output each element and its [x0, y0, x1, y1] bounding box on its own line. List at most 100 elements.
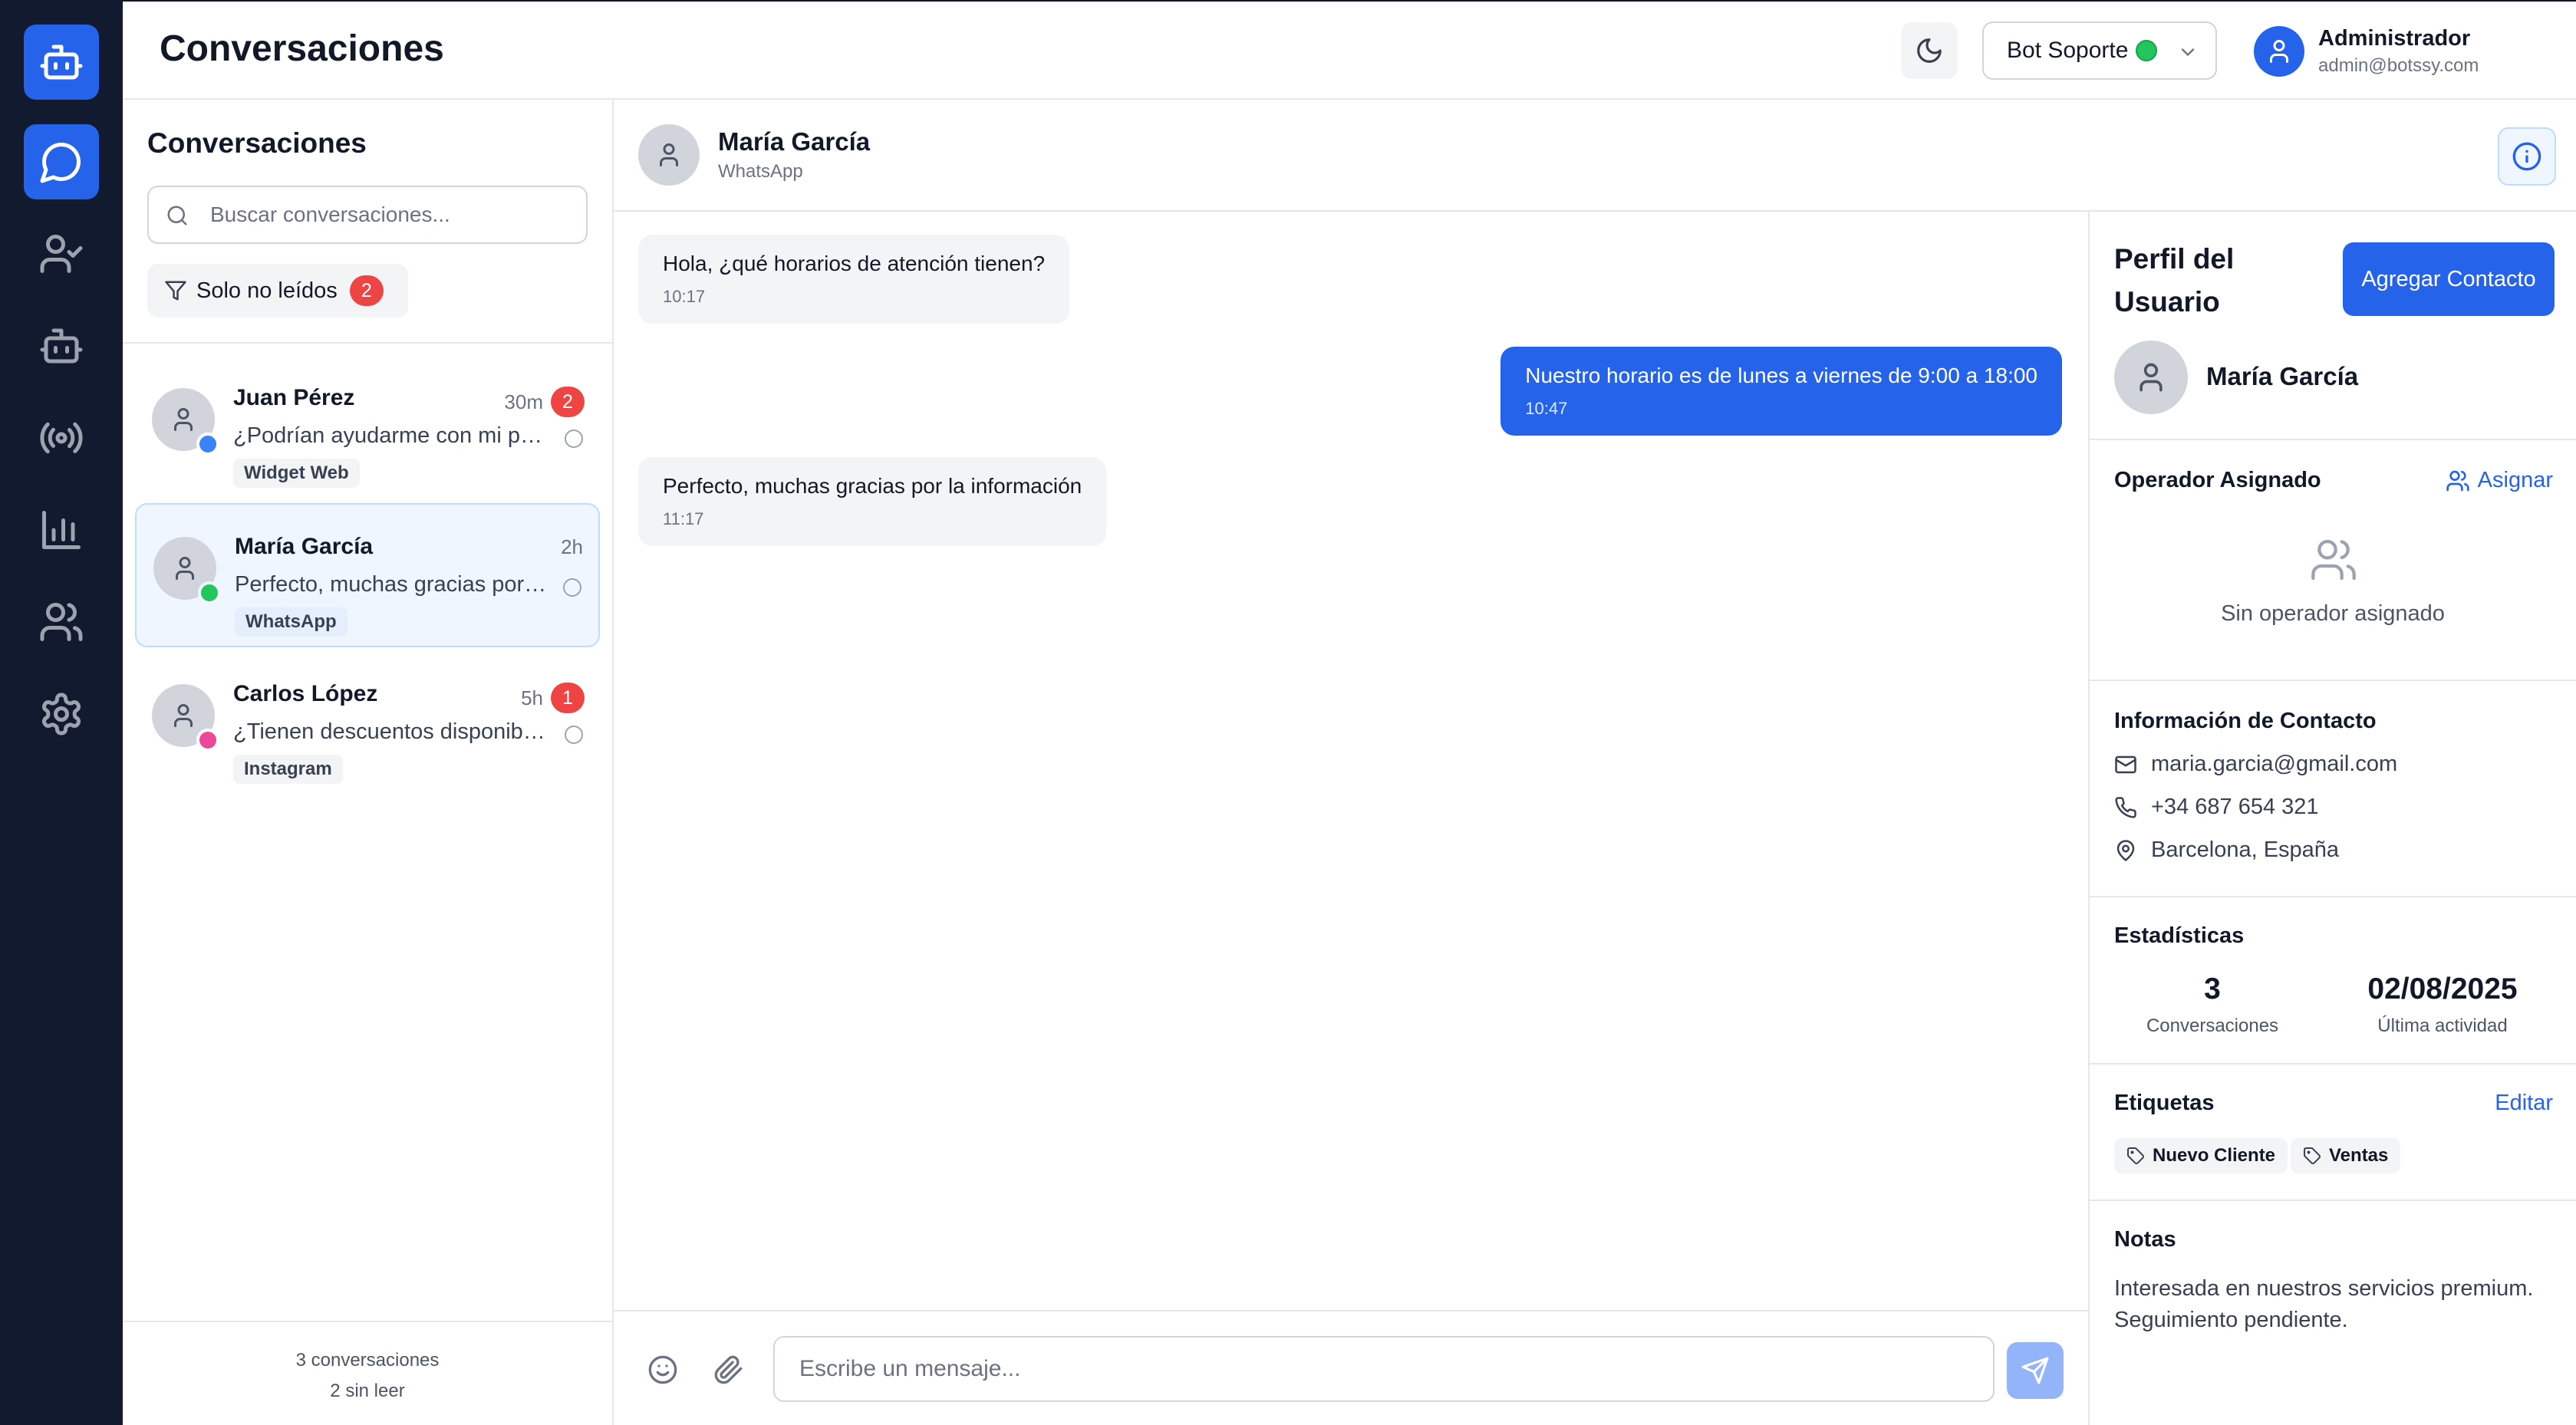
- channel-tag: WhatsApp: [235, 607, 348, 637]
- user-plus-icon: [2446, 469, 2470, 493]
- conversation-item[interactable]: María García 2h Perfecto, muchas gracias…: [135, 503, 600, 647]
- add-contact-button[interactable]: Agregar Contacto: [2343, 242, 2555, 316]
- nav-bots[interactable]: [24, 308, 99, 383]
- conversation-time: 30m: [504, 390, 543, 413]
- emoji-icon[interactable]: [647, 1354, 678, 1385]
- assign-operator-button[interactable]: Asignar: [2446, 468, 2553, 493]
- chat-header: María García WhatsApp: [614, 100, 2576, 212]
- bot-selector[interactable]: Bot Soporte: [1982, 21, 2217, 80]
- theme-toggle-button[interactable]: [1901, 22, 1958, 79]
- user-icon: [655, 141, 683, 169]
- stat-value: 3: [2204, 972, 2221, 1005]
- message-bubble: Perfecto, muchas gracias por la informac…: [638, 457, 1107, 546]
- page-title: Conversaciones: [160, 28, 444, 69]
- read-status-icon: [565, 429, 583, 448]
- bot-status-dot: [2136, 40, 2158, 61]
- message-bubble: Hola, ¿qué horarios de atención tienen? …: [638, 235, 1070, 324]
- total-conversations: 3 conversaciones: [295, 1350, 440, 1371]
- stat-label: Conversaciones: [2146, 1015, 2279, 1036]
- filter-icon: [164, 279, 187, 302]
- profile-name: María García: [2206, 362, 2359, 390]
- channel-status-dot: [196, 729, 219, 752]
- tag-chip[interactable]: Ventas: [2291, 1138, 2401, 1173]
- user-name: Administrador: [2318, 26, 2471, 51]
- message-input[interactable]: [773, 1336, 1995, 1402]
- nav-contacts[interactable]: [24, 216, 99, 291]
- nav-team[interactable]: [24, 584, 99, 660]
- tags-title: Etiquetas: [2114, 1091, 2215, 1115]
- channel-tag: Instagram: [233, 755, 343, 784]
- unread-badge: 1: [551, 683, 585, 713]
- user-icon: [171, 555, 199, 582]
- channel-status-dot: [196, 433, 219, 456]
- map-pin-icon: [2114, 839, 2137, 862]
- bot-logo-icon[interactable]: [24, 25, 99, 100]
- conversation-preview: ¿Podrían ayudarme con mi pedido?: [233, 423, 548, 448]
- filter-label: Solo no leídos: [196, 278, 338, 303]
- chat-channel: WhatsApp: [718, 161, 803, 182]
- search-icon: [166, 204, 189, 227]
- nav-channels[interactable]: [24, 400, 99, 476]
- nav-settings[interactable]: [24, 676, 99, 752]
- message-text: Nuestro horario es de lunes a viernes de…: [1525, 364, 2037, 387]
- users-icon: [2309, 535, 2358, 584]
- user-check-icon: [38, 231, 84, 277]
- search-input[interactable]: [210, 187, 578, 242]
- channel-tag: Widget Web: [233, 459, 360, 488]
- phone-icon: [2114, 796, 2137, 819]
- contact-email[interactable]: maria.garcia@gmail.com: [2114, 752, 2397, 777]
- unread-count-badge: 2: [349, 275, 384, 306]
- contact-phone[interactable]: +34 687 654 321: [2114, 795, 2319, 820]
- conversation-list-title: Conversaciones: [147, 127, 367, 159]
- operator-section-title: Operador Asignado: [2114, 468, 2321, 492]
- unread-summary: 2 sin leer: [330, 1381, 405, 1401]
- profile-title: Perfil del Usuario: [2114, 243, 2235, 318]
- tag-icon: [2303, 1147, 2321, 1165]
- info-icon: [2512, 141, 2542, 172]
- conversation-list-panel: Conversaciones Solo no leídos 2 Juan Pér…: [123, 100, 614, 1425]
- conversation-meta: 2h: [561, 535, 583, 559]
- message-bubble: Nuestro horario es de lunes a viernes de…: [1500, 347, 2062, 436]
- nav-conversations[interactable]: [24, 124, 99, 199]
- divider: [2090, 1200, 2576, 1201]
- bot-selector-label: Bot Soporte: [2007, 38, 2129, 63]
- tag-label: Ventas: [2329, 1145, 2389, 1166]
- notes-title: Notas: [2114, 1227, 2176, 1252]
- user-icon: [170, 406, 197, 433]
- top-header: Conversaciones Bot Soporte Administrador…: [123, 0, 2576, 100]
- notes-text[interactable]: Interesada en nuestros servicios premium…: [2114, 1273, 2567, 1336]
- tag-chip[interactable]: Nuevo Cliente: [2114, 1138, 2288, 1173]
- info-button[interactable]: [2498, 127, 2556, 186]
- users-icon: [38, 599, 84, 645]
- contact-info-title: Información de Contacto: [2114, 709, 2377, 733]
- divider: [2090, 1063, 2576, 1065]
- divider: [2090, 680, 2576, 681]
- conversation-time: 5h: [521, 686, 543, 709]
- moon-icon: [1915, 36, 1944, 65]
- unread-filter-button[interactable]: Solo no leídos 2: [147, 264, 408, 318]
- chat-contact-name: María García: [718, 127, 871, 156]
- conversation-item[interactable]: Juan Pérez 30m 2 ¿Podrían ayudarme con m…: [135, 356, 600, 500]
- message-text: Hola, ¿qué horarios de atención tienen?: [663, 252, 1046, 275]
- conversation-name: María García: [235, 534, 374, 559]
- paperclip-icon[interactable]: [713, 1354, 744, 1385]
- conversation-time: 2h: [561, 535, 583, 558]
- send-button[interactable]: [2007, 1342, 2064, 1399]
- conversation-preview: Perfecto, muchas gracias por la informac…: [235, 572, 549, 597]
- stat-last-activity: 02/08/2025 Última actividad: [2335, 972, 2550, 1037]
- conversation-item[interactable]: Carlos López 5h 1 ¿Tienen descuentos dis…: [135, 652, 600, 796]
- contact-location: Barcelona, España: [2114, 838, 2339, 863]
- divider: [2090, 439, 2576, 440]
- edit-tags-button[interactable]: Editar: [2495, 1091, 2553, 1116]
- nav-analytics[interactable]: [24, 492, 99, 568]
- stat-conversations: 3 Conversaciones: [2105, 972, 2320, 1037]
- message-composer: [614, 1310, 2088, 1425]
- email-value: maria.garcia@gmail.com: [2151, 752, 2398, 776]
- search-box: [147, 186, 588, 244]
- user-avatar[interactable]: [2254, 26, 2304, 77]
- read-status-icon: [563, 578, 581, 597]
- user-icon: [2134, 360, 2168, 394]
- mail-icon: [2114, 753, 2137, 776]
- no-operator-text: Sin operador asignado: [2221, 601, 2445, 626]
- divider: [2090, 896, 2576, 897]
